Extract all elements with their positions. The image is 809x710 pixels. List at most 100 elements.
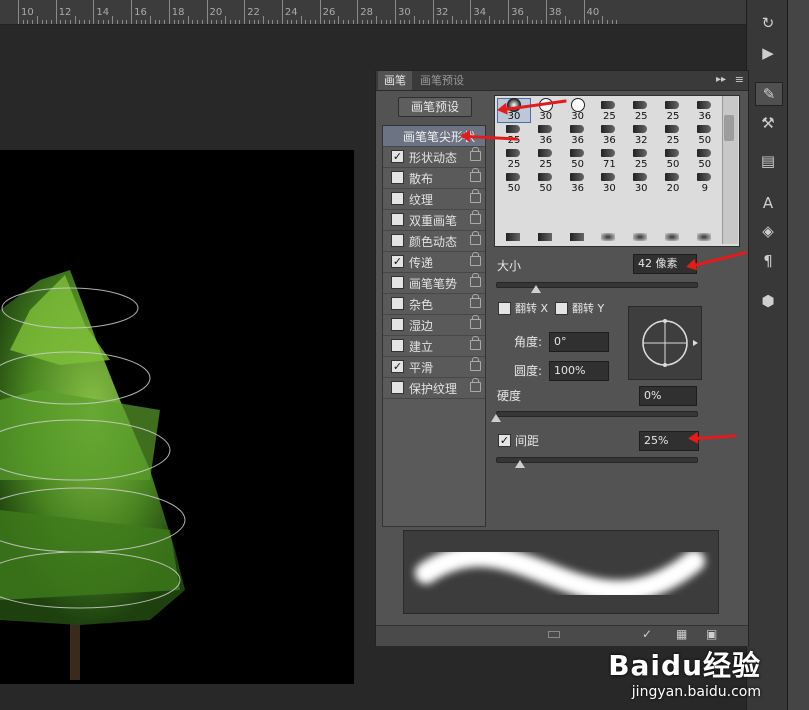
- lock-icon[interactable]: [470, 147, 481, 161]
- angle-field[interactable]: 0°: [549, 332, 609, 352]
- brush-tip-cell[interactable]: 36: [689, 99, 721, 122]
- brush-tip-icon[interactable]: [569, 233, 584, 241]
- lock-icon[interactable]: [470, 168, 481, 182]
- brush-tip-cell[interactable]: 50: [498, 171, 530, 194]
- spacing-slider[interactable]: [496, 457, 698, 463]
- brush-tip-cell[interactable]: 50: [562, 147, 594, 170]
- tab-brush-presets[interactable]: 画笔预设: [414, 71, 470, 90]
- lock-icon[interactable]: [470, 252, 481, 266]
- brush-tip-cell[interactable]: 36: [562, 123, 594, 146]
- brush-option-row[interactable]: ✓ 形状动态: [383, 147, 485, 168]
- paragraph-icon[interactable]: ¶: [755, 250, 781, 272]
- brush-tip-cell[interactable]: 25: [530, 147, 562, 170]
- brush-option-row[interactable]: 建立: [383, 336, 485, 357]
- 3d-icon[interactable]: ⬢: [755, 290, 781, 312]
- brush-option-row[interactable]: 杂色: [383, 294, 485, 315]
- brush-tip-cell[interactable]: 71: [593, 147, 625, 170]
- brush-tip-cell[interactable]: 50: [657, 147, 689, 170]
- brush-tip-icon[interactable]: [601, 233, 616, 241]
- brush-tip-cell[interactable]: 25: [657, 99, 689, 122]
- brush-option-row[interactable]: ✓ 平滑: [383, 357, 485, 378]
- brush-option-checkbox[interactable]: [391, 381, 404, 394]
- brush-tip-cell[interactable]: 36: [593, 123, 625, 146]
- brush-presets-button[interactable]: 画笔预设: [398, 97, 472, 117]
- flip-x-checkbox[interactable]: [498, 302, 511, 315]
- brush-option-checkbox[interactable]: [391, 234, 404, 247]
- angle-roundness-preview[interactable]: [628, 306, 702, 380]
- brush-tip-cell[interactable]: 32: [625, 123, 657, 146]
- lock-icon[interactable]: [470, 294, 481, 308]
- brush-tip-cell[interactable]: 9: [689, 171, 721, 194]
- spacing-slider-handle[interactable]: [515, 460, 525, 468]
- 3d-layers-icon[interactable]: ◈: [755, 220, 781, 242]
- brush-option-row[interactable]: 保护纹理: [383, 378, 485, 399]
- lock-icon[interactable]: [470, 231, 481, 245]
- brush-tip-cell[interactable]: 30: [625, 171, 657, 194]
- brush-tip-cell[interactable]: 25: [625, 147, 657, 170]
- brush-option-checkbox[interactable]: [391, 276, 404, 289]
- hardness-slider[interactable]: [496, 411, 698, 417]
- brush-presets-icon[interactable]: ⚒: [755, 112, 781, 134]
- brush-option-checkbox[interactable]: [391, 213, 404, 226]
- size-slider-handle[interactable]: [531, 285, 541, 293]
- brush-tip-cell[interactable]: 50: [689, 147, 721, 170]
- brush-grid-scroll-thumb[interactable]: [724, 115, 734, 141]
- flip-y-checkbox[interactable]: [555, 302, 568, 315]
- brush-tip-cell[interactable]: 50: [530, 171, 562, 194]
- brush-option-row[interactable]: 画笔笔势: [383, 273, 485, 294]
- roundness-field[interactable]: 100%: [549, 361, 609, 381]
- new-brush-icon[interactable]: ▣: [706, 627, 717, 641]
- brush-tip-icon[interactable]: [696, 233, 711, 241]
- brush-option-checkbox[interactable]: [391, 318, 404, 331]
- brush-option-row[interactable]: 湿边: [383, 315, 485, 336]
- brush-option-row[interactable]: 散布: [383, 168, 485, 189]
- brush-tip-cell[interactable]: 25: [498, 123, 530, 146]
- brush-tip-cell[interactable]: 50: [689, 123, 721, 146]
- play-actions-icon[interactable]: ▶: [755, 42, 781, 64]
- brush-option-checkbox[interactable]: ✓: [391, 255, 404, 268]
- brush-tip-icon[interactable]: [665, 233, 679, 241]
- collapse-icon[interactable]: ▸▸: [716, 74, 726, 85]
- panel-menu-icon[interactable]: ≡: [735, 73, 744, 86]
- lock-icon[interactable]: [470, 357, 481, 371]
- brush-tip-cell[interactable]: 30: [562, 98, 594, 122]
- brush-tip-icon[interactable]: [537, 233, 552, 241]
- brush-tip-icon[interactable]: [506, 233, 520, 241]
- clone-source-icon[interactable]: ▤: [755, 150, 781, 172]
- brush-tip-icon[interactable]: [633, 233, 648, 241]
- hardness-slider-handle[interactable]: [491, 414, 501, 422]
- brush-option-row[interactable]: 颜色动态: [383, 231, 485, 252]
- grid-view-icon[interactable]: ▦: [676, 627, 687, 641]
- spacing-checkbox[interactable]: ✓: [498, 434, 511, 447]
- brush-tip-cell[interactable]: 36: [530, 123, 562, 146]
- brush-tip-cell[interactable]: 30: [593, 171, 625, 194]
- brush-option-checkbox[interactable]: ✓: [391, 150, 404, 163]
- lock-icon[interactable]: [470, 189, 481, 203]
- brush-panel-icon[interactable]: ✎: [755, 82, 783, 106]
- brush-tip-grid[interactable]: 30 30 30 25 25 25 36 25 36 36 36 32 25 50 25 25 50 71 25 50…: [494, 95, 740, 247]
- brush-tip-cell[interactable]: 25: [593, 99, 625, 122]
- brush-option-row[interactable]: ✓ 传递: [383, 252, 485, 273]
- brush-option-checkbox[interactable]: [391, 339, 404, 352]
- tab-brush[interactable]: 画笔: [378, 71, 412, 90]
- brush-tip-cell[interactable]: 25: [657, 123, 689, 146]
- brush-tip-cell[interactable]: 25: [625, 99, 657, 122]
- toggle-live-tip-icon[interactable]: ✓: [642, 627, 652, 641]
- lock-icon[interactable]: [470, 273, 481, 287]
- character-icon[interactable]: A: [755, 192, 781, 214]
- brush-tip-cell[interactable]: 36: [562, 171, 594, 194]
- size-slider[interactable]: [496, 282, 698, 288]
- document-canvas[interactable]: [0, 150, 354, 684]
- history-icon[interactable]: ↻: [755, 12, 781, 34]
- brush-tip-cell[interactable]: 25: [498, 147, 530, 170]
- brush-option-checkbox[interactable]: [391, 192, 404, 205]
- brush-option-checkbox[interactable]: ✓: [391, 360, 404, 373]
- brush-option-row[interactable]: 双重画笔: [383, 210, 485, 231]
- lock-icon[interactable]: [470, 315, 481, 329]
- hardness-field[interactable]: 0%: [639, 386, 697, 406]
- brush-option-checkbox[interactable]: [391, 297, 404, 310]
- resize-grip[interactable]: [548, 631, 560, 638]
- lock-icon[interactable]: [470, 336, 481, 350]
- brush-option-checkbox[interactable]: [391, 171, 404, 184]
- lock-icon[interactable]: [470, 210, 481, 224]
